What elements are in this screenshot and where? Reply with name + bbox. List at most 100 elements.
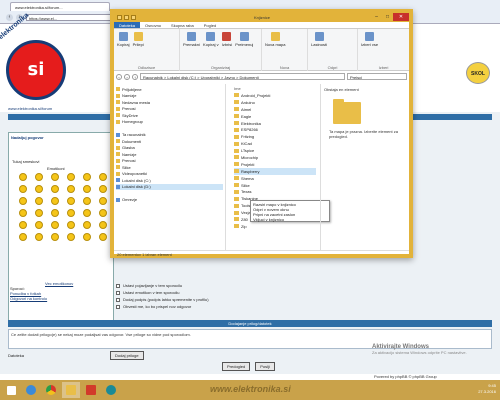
- properties-icon[interactable]: [124, 15, 129, 20]
- search-input[interactable]: Preisci: [347, 73, 407, 80]
- option-row[interactable]: Ustavi emotikon v tem sporocilu: [116, 289, 416, 296]
- taskbar-arduino[interactable]: [102, 382, 120, 398]
- file-row[interactable]: KiCad: [234, 140, 316, 147]
- checkbox[interactable]: [116, 290, 120, 295]
- title-bar[interactable]: Knjiznice – □ ✕: [114, 13, 409, 22]
- clock[interactable]: 9:45 27.3.2016: [478, 383, 496, 395]
- nav-item[interactable]: Omrezje: [116, 197, 223, 204]
- more-emoji-link[interactable]: Vec emotikonov: [45, 281, 73, 286]
- file-row[interactable]: Android_Projekti: [234, 92, 316, 99]
- checkbox[interactable]: [116, 283, 120, 288]
- file-row[interactable]: ESP8266: [234, 126, 316, 133]
- back-icon[interactable]: ‹: [116, 73, 122, 80]
- copy-to-button[interactable]: Kopiraj v: [203, 32, 219, 47]
- smiley-icon[interactable]: [51, 173, 59, 181]
- smiley-icon[interactable]: [35, 197, 43, 205]
- back-icon[interactable]: ‹: [6, 14, 13, 21]
- properties-button[interactable]: Lastnosti: [311, 32, 327, 47]
- delete-button[interactable]: Izbrisi: [222, 32, 232, 47]
- file-row[interactable]: Slike: [234, 182, 316, 189]
- start-button[interactable]: [2, 382, 20, 398]
- smiley-icon[interactable]: [67, 173, 75, 181]
- file-row[interactable]: Fritzing: [234, 133, 316, 140]
- minimize-icon[interactable]: –: [371, 13, 382, 21]
- smiley-icon[interactable]: [35, 209, 43, 217]
- taskbar-chrome[interactable]: [42, 382, 60, 398]
- file-row[interactable]: LTspice: [234, 147, 316, 154]
- smiley-icon[interactable]: [51, 221, 59, 229]
- taskbar-app[interactable]: [82, 382, 100, 398]
- smiley-icon[interactable]: [19, 197, 27, 205]
- new-folder-button[interactable]: Nova mapa: [265, 32, 285, 47]
- smiley-icon[interactable]: [83, 221, 91, 229]
- smiley-icon[interactable]: [51, 209, 59, 217]
- smiley-icon[interactable]: [51, 233, 59, 241]
- preview-button[interactable]: Predogled: [222, 362, 251, 371]
- smiley-icon[interactable]: [35, 173, 43, 181]
- tab-view[interactable]: Pogled: [199, 22, 221, 28]
- file-row[interactable]: Texas: [234, 188, 316, 195]
- file-row[interactable]: Projekti: [234, 161, 316, 168]
- smiley-icon[interactable]: [19, 209, 27, 217]
- attach-button[interactable]: Dodaj priloge: [110, 350, 144, 360]
- context-item[interactable]: Vkljuci v knjiznico: [253, 217, 327, 222]
- smiley-icon[interactable]: [19, 185, 27, 193]
- select-all-button[interactable]: Izberi vse: [361, 32, 378, 47]
- smiley-icon[interactable]: [99, 221, 107, 229]
- checkbox[interactable]: [116, 304, 120, 309]
- checkbox[interactable]: [116, 297, 120, 302]
- smiley-icon[interactable]: [99, 185, 107, 193]
- tab-home[interactable]: Osnovno: [140, 22, 166, 28]
- maximize-icon[interactable]: □: [382, 13, 393, 21]
- smiley-icon[interactable]: [83, 173, 91, 181]
- smiley-icon[interactable]: [35, 185, 43, 193]
- smiley-icon[interactable]: [67, 185, 75, 193]
- smiley-icon[interactable]: [83, 197, 91, 205]
- smiley-icon[interactable]: [99, 209, 107, 217]
- tab-share[interactable]: Skupna raba: [166, 22, 199, 28]
- copy-button[interactable]: Kopiraj: [117, 32, 129, 47]
- option-row[interactable]: Obvesti me, ko bo prispel nov odgovor: [116, 303, 416, 310]
- file-row[interactable]: Elektronika: [234, 120, 316, 127]
- move-button[interactable]: Premakni: [183, 32, 200, 47]
- smiley-icon[interactable]: [51, 197, 59, 205]
- file-row[interactable]: Eagle: [234, 113, 316, 120]
- close-icon[interactable]: ✕: [393, 13, 409, 21]
- up-icon[interactable]: ↑: [132, 73, 138, 80]
- taskbar-ie[interactable]: [22, 382, 40, 398]
- site-logo[interactable]: si: [6, 40, 66, 100]
- option-row[interactable]: Ustavi pojavljanje v tem sporocilu: [116, 282, 416, 289]
- smiley-icon[interactable]: [83, 209, 91, 217]
- taskbar-explorer[interactable]: [62, 382, 80, 398]
- smiley-icon[interactable]: [83, 185, 91, 193]
- forward-icon[interactable]: ›: [124, 73, 130, 80]
- send-button[interactable]: Poslji: [255, 362, 275, 371]
- smiley-icon[interactable]: [35, 233, 43, 241]
- smiley-icon[interactable]: [67, 233, 75, 241]
- rename-button[interactable]: Preimenuj: [235, 32, 253, 47]
- browser-tab[interactable]: www.elektronika.si/forum...: [10, 2, 110, 11]
- smiley-icon[interactable]: [35, 221, 43, 229]
- smiley-icon[interactable]: [99, 233, 107, 241]
- smiley-icon[interactable]: [67, 221, 75, 229]
- new-folder-icon[interactable]: [131, 15, 136, 20]
- option-row[interactable]: Dodaj podpis (podpis lahko spremenite v …: [116, 296, 416, 303]
- paste-button[interactable]: Prilepi: [133, 32, 144, 47]
- file-row[interactable]: Zip: [234, 223, 316, 230]
- smiley-icon[interactable]: [67, 209, 75, 217]
- smiley-icon[interactable]: [19, 233, 27, 241]
- side-label[interactable]: Odgovori na kontrolo: [10, 296, 47, 301]
- file-row[interactable]: Shema: [234, 175, 316, 182]
- file-row[interactable]: Arduino: [234, 99, 316, 106]
- file-row[interactable]: Raspberry: [234, 167, 316, 175]
- file-row[interactable]: Atmel: [234, 106, 316, 113]
- address-bar[interactable]: Racunalnik > Lokalni disk (C:) > Uporabn…: [140, 73, 345, 80]
- file-row[interactable]: Microchip: [234, 154, 316, 161]
- smiley-icon[interactable]: [51, 185, 59, 193]
- smiley-icon[interactable]: [19, 221, 27, 229]
- smiley-icon[interactable]: [83, 233, 91, 241]
- folder-icon[interactable]: [117, 15, 122, 20]
- smiley-icon[interactable]: [99, 173, 107, 181]
- smiley-icon[interactable]: [67, 197, 75, 205]
- smiley-icon[interactable]: [99, 197, 107, 205]
